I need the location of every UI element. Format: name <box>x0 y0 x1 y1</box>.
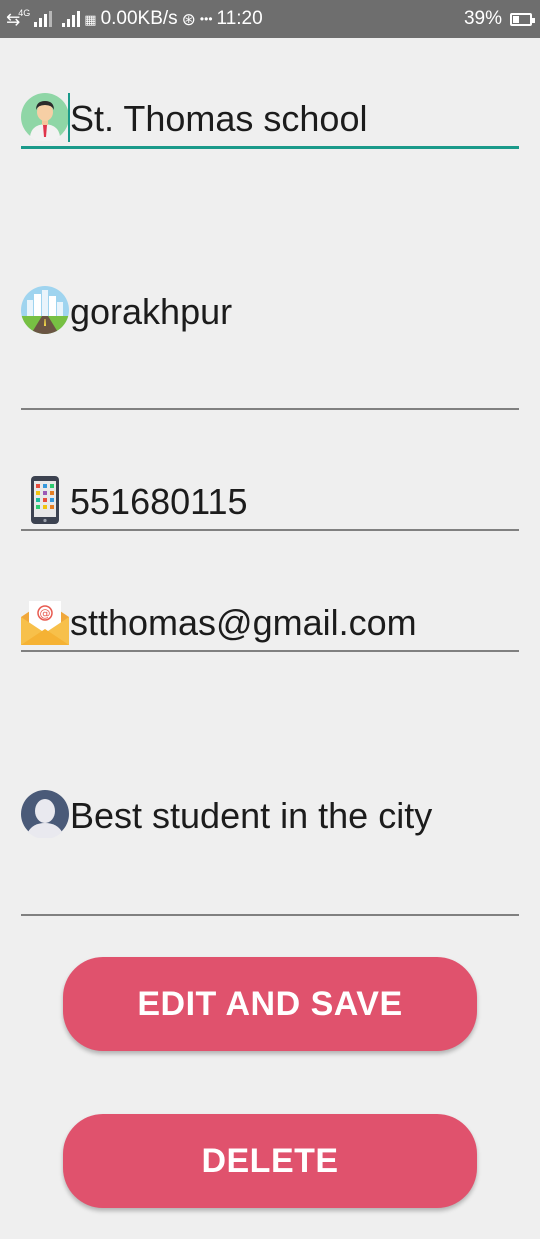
email-input[interactable]: stthomas@gmail.com <box>70 605 417 641</box>
description-input[interactable]: Best student in the city <box>70 798 432 834</box>
battery-icon <box>510 12 535 26</box>
mail-envelope-icon: @ <box>21 601 69 645</box>
city-underline <box>21 408 519 410</box>
city-icon <box>21 286 69 334</box>
sim-icon: ▦ <box>84 11 97 27</box>
phone-field[interactable]: 551680115 <box>21 476 519 532</box>
clock: 11:20 <box>216 8 263 29</box>
signal-strength-icon <box>34 11 53 27</box>
status-bar-left: ⇆ 4G ▦ 0.00KB/s ⊛ ••• 11:20 <box>6 0 263 38</box>
signal-strength-2-icon <box>62 11 81 27</box>
edit-and-save-button[interactable]: EDIT AND SAVE <box>63 957 477 1051</box>
delete-button[interactable]: DELETE <box>63 1114 477 1208</box>
battery-percent: 39% <box>463 8 502 29</box>
more-notifications-icon: ••• <box>199 12 213 26</box>
description-field[interactable]: Best student in the city <box>21 790 519 918</box>
phone-input[interactable]: 551680115 <box>70 484 248 520</box>
school-name-input[interactable]: St. Thomas school <box>70 101 367 137</box>
status-bar-right: 39% <box>463 0 535 38</box>
city-input[interactable]: gorakhpur <box>70 294 232 330</box>
user-silhouette-icon <box>21 790 69 838</box>
school-name-underline <box>21 146 519 149</box>
screen: ⇆ 4G ▦ 0.00KB/s ⊛ ••• 11:20 39% St. Thom… <box>0 0 540 1239</box>
status-bar: ⇆ 4G ▦ 0.00KB/s ⊛ ••• 11:20 39% <box>0 0 540 38</box>
school-name-field[interactable]: St. Thomas school <box>21 93 519 153</box>
battery-fill <box>513 15 520 23</box>
svg-text:@: @ <box>40 607 51 620</box>
mobile-phone-icon <box>31 476 59 524</box>
city-field[interactable]: gorakhpur <box>21 286 519 412</box>
description-underline <box>21 914 519 916</box>
network-type-label: 4G <box>18 8 31 18</box>
person-avatar-icon <box>21 93 69 141</box>
hotspot-icon: ⊛ <box>181 9 196 29</box>
phone-underline <box>21 529 519 531</box>
network-speed: 0.00KB/s <box>100 8 178 29</box>
email-underline <box>21 650 519 652</box>
email-field[interactable]: @ stthomas@gmail.com <box>21 597 519 653</box>
